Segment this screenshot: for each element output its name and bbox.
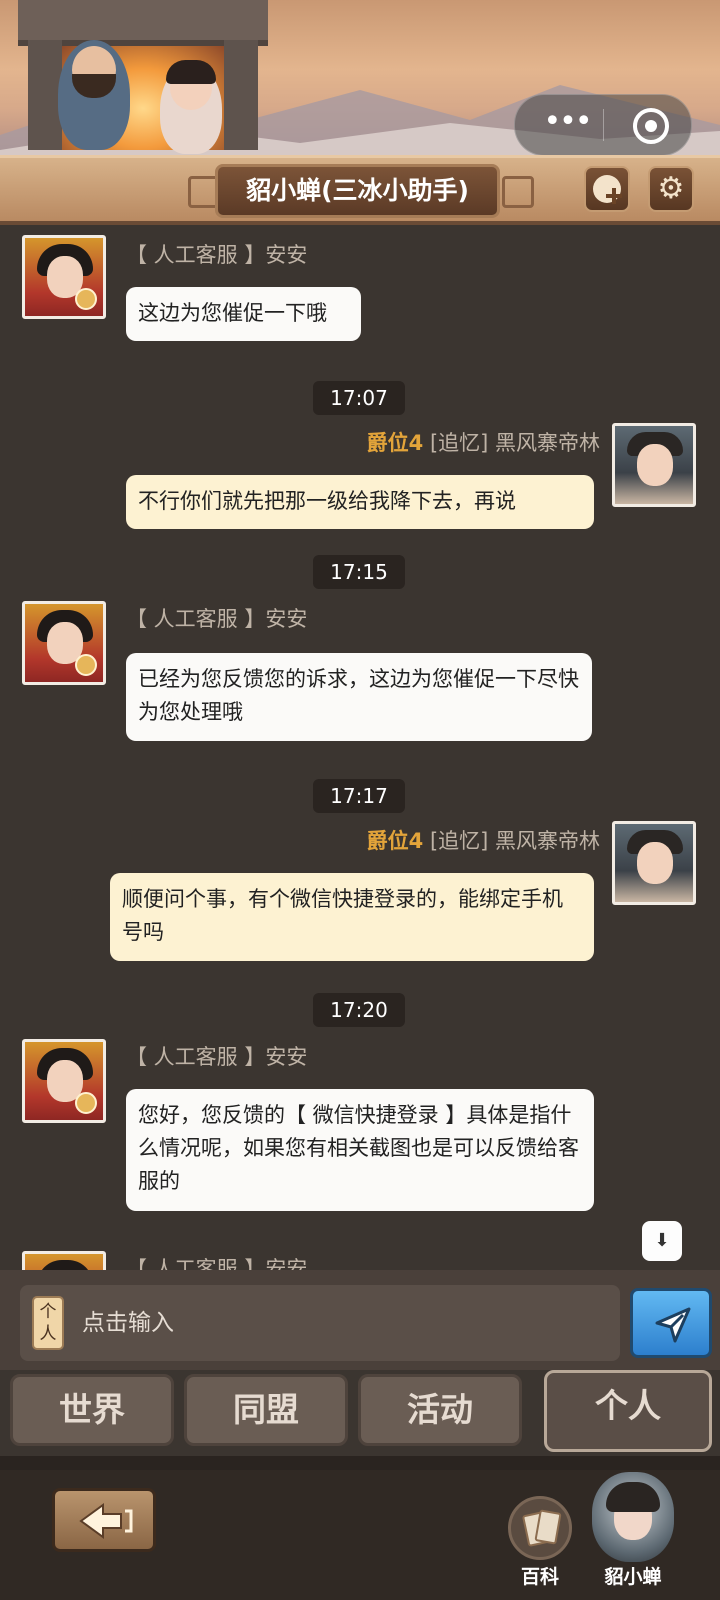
more-dots-icon[interactable]: •••: [537, 95, 597, 155]
back-arrow-icon: [79, 1503, 133, 1539]
timestamp: 17:15: [313, 555, 405, 589]
user-avatar[interactable]: [612, 423, 696, 507]
agent-avatar[interactable]: [22, 235, 106, 319]
timestamp: 17:20: [313, 993, 405, 1027]
scroll-to-bottom-button[interactable]: ⬇: [642, 1221, 682, 1261]
top-banner-illustration: •••: [0, 0, 720, 155]
agent-avatar[interactable]: [22, 1251, 106, 1270]
arrow-down-icon: ⬇: [654, 1230, 670, 1251]
message-bubble: 已经为您反馈您的诉求，这边为您催促一下尽快为您处理哦: [126, 653, 592, 741]
sender-name: 爵位4 [追忆] 黑风寨帝林: [366, 431, 600, 455]
back-button[interactable]: [52, 1488, 156, 1552]
rank-badge: 爵位4: [366, 431, 424, 455]
message-bubble: 不行你们就先把那一级给我降下去，再说: [126, 475, 594, 529]
gate-illustration: [18, 0, 268, 150]
mascot-avatar-icon[interactable]: [592, 1472, 674, 1562]
add-button[interactable]: [584, 166, 630, 212]
sender-name: 爵位4 [追忆] 黑风寨帝林: [366, 829, 600, 853]
agent-avatar[interactable]: [22, 601, 106, 685]
message-bubble: 您好，您反馈的【 微信快捷登录 】具体是指什么情况呢，如果您有相关截图也是可以反…: [126, 1089, 594, 1211]
channel-tabs: 世界 同盟 活动 个人: [0, 1370, 720, 1470]
title-bar: 貂小蝉(三冰小助手) ⚙: [0, 155, 720, 225]
sender-name: 【 人工客服 】安安: [126, 243, 308, 267]
character-girl-illustration: [160, 60, 222, 154]
bottom-bar: 百科 貂小蝉: [0, 1470, 720, 1600]
gear-icon: ⚙: [657, 171, 685, 206]
plus-icon: [593, 175, 622, 204]
channel-tag[interactable]: 个人: [32, 1296, 64, 1350]
send-button[interactable]: [630, 1288, 712, 1358]
tab-alliance[interactable]: 同盟: [184, 1374, 348, 1446]
mini-program-capsule: •••: [514, 94, 692, 155]
user-avatar[interactable]: [612, 821, 696, 905]
chat-message-list[interactable]: 【 人工客服 】安安 这边为您催促一下哦 17:07 爵位4 [追忆] 黑风寨帝…: [0, 225, 720, 1270]
tab-personal[interactable]: 个人: [544, 1370, 712, 1452]
title-ornament-right: [502, 176, 534, 208]
character-man-illustration: [58, 40, 130, 150]
agent-avatar[interactable]: [22, 1039, 106, 1123]
record-target-icon[interactable]: [633, 108, 669, 144]
sender-name: 【 人工客服 】安安: [126, 1257, 308, 1270]
timestamp: 17:07: [313, 381, 405, 415]
sender-name: 【 人工客服 】安安: [126, 607, 308, 631]
tab-activity[interactable]: 活动: [358, 1374, 522, 1446]
timestamp: 17:17: [313, 779, 405, 813]
wiki-icon[interactable]: [508, 1496, 572, 1560]
message-input[interactable]: 个人 点击输入: [20, 1285, 620, 1361]
input-placeholder: 点击输入: [82, 1310, 174, 1336]
tab-world[interactable]: 世界: [10, 1374, 174, 1446]
rank-badge: 爵位4: [366, 829, 424, 853]
mascot-label[interactable]: 貂小蝉: [588, 1562, 678, 1589]
message-bubble: 这边为您催促一下哦: [126, 287, 361, 341]
sender-name: 【 人工客服 】安安: [126, 1045, 308, 1069]
send-arrow-icon: [655, 1307, 691, 1343]
input-area: 个人 点击输入: [0, 1270, 720, 1370]
message-bubble: 顺便问个事，有个微信快捷登录的，能绑定手机号吗: [110, 873, 594, 961]
tabs-base-strip: [0, 1456, 720, 1470]
page-title: 貂小蝉(三冰小助手): [215, 164, 500, 218]
settings-button[interactable]: ⚙: [648, 166, 694, 212]
wiki-label[interactable]: 百科: [500, 1562, 580, 1589]
